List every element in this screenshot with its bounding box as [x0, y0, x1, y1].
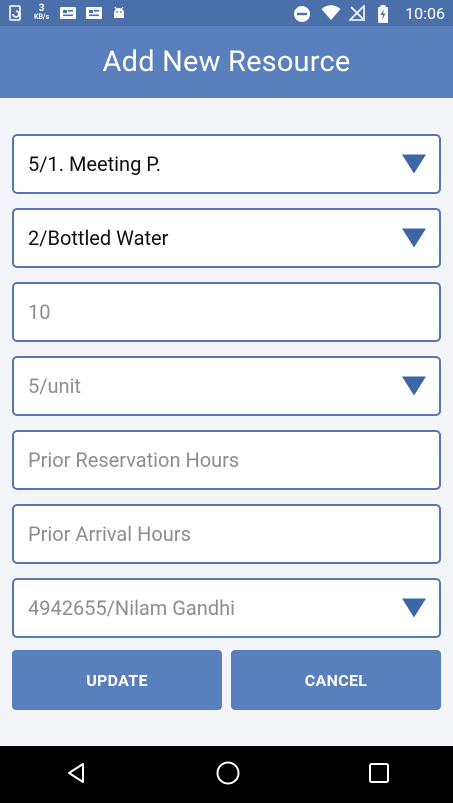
unit-select-value: 5/unit [28, 374, 81, 398]
dropdown-arrow-icon[interactable] [402, 598, 426, 618]
battery-charging-icon [377, 5, 393, 23]
navigation-bar [0, 746, 453, 803]
no-signal-icon [348, 4, 365, 21]
page-title: Add New Resource [102, 45, 351, 79]
resource-select[interactable]: 2/Bottled Water [12, 208, 441, 268]
dropdown-arrow-icon[interactable] [402, 154, 426, 174]
notification-icon [59, 5, 77, 21]
prior-arrival-placeholder: Prior Arrival Hours [28, 522, 191, 546]
speed-unit: KB/s [34, 13, 50, 21]
person-select-value: 4942655/Nilam Gandhi [28, 596, 236, 620]
clock: 10:06 [405, 3, 445, 23]
home-icon[interactable] [215, 760, 241, 790]
dropdown-arrow-icon[interactable] [402, 376, 426, 396]
cancel-button[interactable]: CANCEL [231, 650, 441, 710]
prior-arrival-hours-input[interactable]: Prior Arrival Hours [12, 504, 441, 564]
back-icon[interactable] [64, 761, 88, 789]
person-select[interactable]: 4942655/Nilam Gandhi [12, 578, 441, 638]
android-icon [111, 5, 127, 21]
prior-reservation-hours-input[interactable]: Prior Reservation Hours [12, 430, 441, 490]
status-bar: 3 KB/s 10:06 [0, 0, 453, 26]
do-not-disturb-icon [293, 5, 311, 22]
notification-icon [85, 5, 103, 21]
data-saver-icon [8, 5, 24, 21]
recents-icon[interactable] [368, 762, 390, 788]
dropdown-arrow-icon[interactable] [402, 228, 426, 248]
prior-reservation-placeholder: Prior Reservation Hours [28, 448, 240, 472]
quantity-input[interactable]: 10 [12, 282, 441, 342]
update-button[interactable]: UPDATE [12, 650, 222, 710]
app-bar: Add New Resource [0, 26, 453, 98]
location-select[interactable]: 5/1. Meeting P. [12, 134, 441, 194]
quantity-placeholder: 10 [28, 300, 51, 324]
resource-select-value: 2/Bottled Water [28, 226, 169, 250]
network-speed: 3 KB/s [34, 4, 49, 22]
wifi-icon [321, 5, 341, 21]
speed-value: 3 [38, 3, 45, 14]
unit-select[interactable]: 5/unit [12, 356, 441, 416]
location-select-value: 5/1. Meeting P. [28, 152, 162, 176]
